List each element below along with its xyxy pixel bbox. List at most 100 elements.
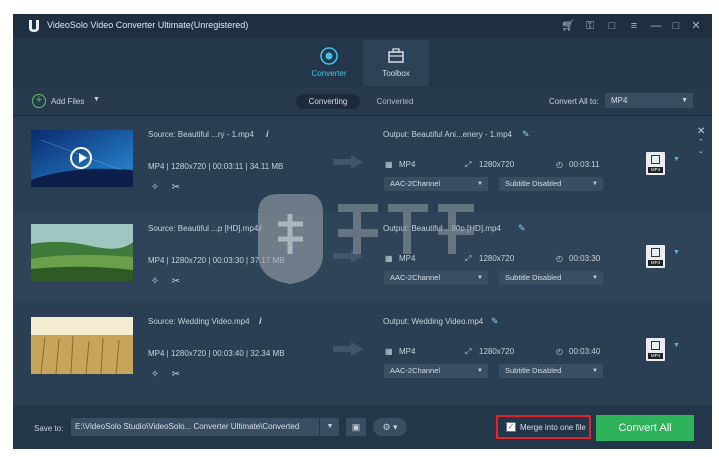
source-filename: Source: Beautiful ...p [HD].mp4 (148, 224, 259, 233)
info-icon[interactable]: i (266, 129, 269, 139)
enhance-icon[interactable]: ✧ (149, 182, 161, 194)
file-row: Source: Beautiful ...p [HD].mp4 i MP4 | … (13, 213, 712, 301)
resolution-icon: ⤢ (465, 160, 472, 169)
chevron-down-icon: ▼ (477, 275, 483, 281)
video-thumbnail[interactable] (31, 317, 133, 374)
format-badge[interactable]: MP4 (646, 245, 665, 268)
app-title: VideoSolo Video Converter Ultimate(Unreg… (47, 20, 249, 30)
convert-all-button[interactable]: Convert All (596, 415, 694, 441)
maximize-icon[interactable]: □ (669, 19, 683, 33)
film-icon (651, 341, 660, 350)
format-badge[interactable]: MP4 (646, 338, 665, 361)
output-format-icon: ▦ (385, 160, 393, 169)
add-files-button[interactable]: Add Files (51, 97, 84, 106)
toolbox-icon (388, 48, 404, 63)
cut-icon[interactable]: ✂ (170, 369, 182, 381)
audio-track-value: AAC-2Channel (390, 366, 441, 375)
remove-file-icon[interactable]: ✕ (697, 126, 705, 137)
tab-toolbox[interactable]: Toolbox (363, 40, 429, 86)
cart-icon[interactable]: 🛒︎ (561, 19, 575, 33)
edit-name-icon[interactable]: ✎ (522, 129, 530, 140)
audio-track-select[interactable]: AAC-2Channel ▼ (384, 364, 488, 378)
output-format-icon: ▦ (385, 347, 393, 356)
subtitle-select[interactable]: Subtitle Disabled ▼ (499, 177, 603, 191)
output-filename: Output: Wedding Video.mp4 (383, 317, 484, 326)
format-badge[interactable]: MP4 (646, 152, 665, 175)
tab-converter-label: Converter (311, 69, 347, 78)
audio-track-value: AAC-2Channel (390, 179, 441, 188)
enhance-icon[interactable]: ✧ (149, 276, 161, 288)
format-dropdown-icon[interactable]: ▼ (673, 342, 680, 349)
convert-all-format-value: MP4 (611, 96, 628, 105)
app-window: VideoSolo Video Converter Ultimate(Unreg… (13, 14, 712, 449)
app-logo-icon (29, 20, 39, 32)
merge-label[interactable]: Merge into one file (520, 423, 586, 432)
edit-name-icon[interactable]: ✎ (518, 223, 526, 234)
chevron-down-icon: ▼ (477, 368, 483, 374)
format-badge-label: MP4 (648, 353, 663, 359)
chevron-down-icon: ▼ (681, 97, 688, 104)
close-icon[interactable]: ✕ (689, 19, 703, 33)
output-resolution: 1280x720 (479, 160, 515, 169)
film-icon (651, 155, 660, 164)
subtitle-value: Subtitle Disabled (505, 179, 562, 188)
minimize-icon[interactable]: — (649, 19, 663, 33)
tab-converter[interactable]: Converter (296, 40, 362, 86)
cut-icon[interactable]: ✂ (170, 276, 182, 288)
chevron-down-icon[interactable]: ⌄ (698, 147, 704, 155)
convert-arrow-icon (333, 155, 363, 169)
play-icon[interactable] (70, 147, 92, 169)
chevron-down-icon: ▼ (592, 275, 598, 281)
feedback-icon[interactable]: □ (605, 19, 619, 33)
output-format: MP4 (399, 254, 416, 263)
chevron-down-icon: ▼ (477, 181, 483, 187)
output-filename: Output: Beautiful ...80p [HD].mp4 (383, 224, 501, 233)
file-row: Source: Wedding Video.mp4 i MP4 | 1280x7… (13, 306, 712, 406)
format-dropdown-icon[interactable]: ▼ (673, 156, 680, 163)
menu-icon[interactable]: ≡ (627, 19, 641, 33)
audio-track-select[interactable]: AAC-2Channel ▼ (384, 177, 488, 191)
segment-converting[interactable]: Converting (296, 94, 360, 109)
video-thumbnail[interactable] (31, 130, 133, 187)
output-format: MP4 (399, 347, 416, 356)
footer-bar: Save to: E:\VideoSolo Studio\VideoSolo..… (13, 406, 712, 449)
key-icon[interactable]: ⚿ (583, 19, 597, 33)
merge-checkbox[interactable]: ✓ (506, 422, 516, 432)
cut-icon[interactable]: ✂ (170, 182, 182, 194)
resolution-icon: ⤢ (465, 254, 472, 263)
chevron-up-icon[interactable]: ⌃ (698, 138, 704, 146)
convert-all-format-select[interactable]: MP4 ▼ (605, 93, 693, 108)
enhance-icon[interactable]: ✧ (149, 369, 161, 381)
settings-gear-icon[interactable]: ⚙ ▾ (373, 418, 407, 436)
add-files-dropdown-icon[interactable]: ▼ (93, 96, 100, 103)
add-icon[interactable]: + (32, 94, 46, 108)
format-badge-label: MP4 (648, 167, 663, 173)
edit-name-icon[interactable]: ✎ (491, 316, 499, 327)
converter-icon (320, 47, 338, 65)
segment-converted[interactable]: Converted (367, 94, 423, 109)
info-icon[interactable]: i (259, 316, 262, 326)
subtitle-select[interactable]: Subtitle Disabled ▼ (499, 271, 603, 285)
source-meta: MP4 | 1280x720 | 00:03:11 | 34.11 MB (148, 162, 284, 171)
chevron-down-icon[interactable]: ▼ (319, 418, 340, 436)
title-bar: VideoSolo Video Converter Ultimate(Unreg… (13, 14, 712, 38)
clock-icon: ◴ (556, 347, 563, 356)
toolbar: + Add Files ▼ Converting Converted Conve… (13, 87, 712, 116)
save-path-field[interactable]: E:\VideoSolo Studio\VideoSolo... Convert… (71, 418, 339, 436)
format-dropdown-icon[interactable]: ▼ (673, 249, 680, 256)
info-icon[interactable]: i (259, 223, 262, 233)
subtitle-select[interactable]: Subtitle Disabled ▼ (499, 364, 603, 378)
tab-toolbox-label: Toolbox (382, 69, 410, 78)
convert-all-label: Convert All to: (549, 97, 599, 106)
subtitle-value: Subtitle Disabled (505, 366, 562, 375)
output-format: MP4 (399, 160, 416, 169)
output-duration: 00:03:11 (569, 160, 600, 169)
merge-highlight: ✓ Merge into one file (496, 415, 591, 439)
open-folder-icon[interactable]: ▣ (346, 418, 366, 436)
output-filename: Output: Beautiful Ani...enery - 1.mp4 (383, 130, 512, 139)
output-resolution: 1280x720 (479, 347, 515, 356)
audio-track-select[interactable]: AAC-2Channel ▼ (384, 271, 488, 285)
clock-icon: ◴ (556, 254, 563, 263)
format-badge-label: MP4 (648, 260, 663, 266)
video-thumbnail[interactable] (31, 224, 133, 281)
